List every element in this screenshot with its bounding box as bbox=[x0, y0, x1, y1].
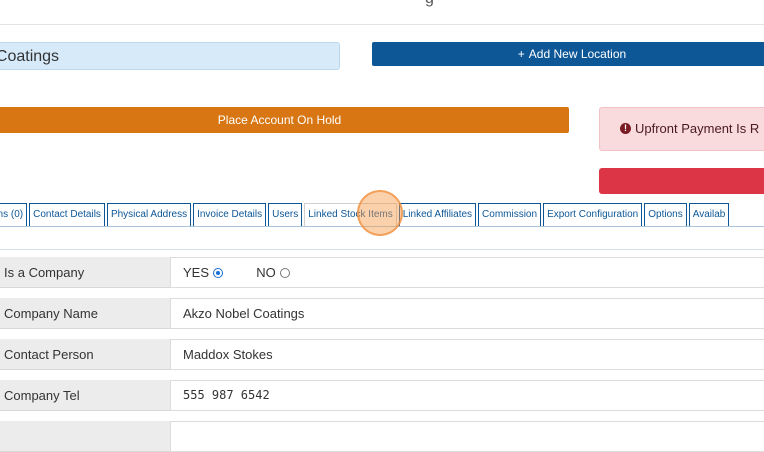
company-name-label: Company Name bbox=[0, 298, 170, 329]
tab-linked-affiliates[interactable]: Linked Affiliates bbox=[398, 203, 477, 226]
tab-users[interactable]: Users bbox=[268, 203, 303, 226]
page-heading-fragment: g bbox=[425, 0, 434, 8]
tab-options-count[interactable]: ons (0) bbox=[0, 203, 28, 226]
exclamation-circle-icon: ! bbox=[620, 123, 631, 135]
tab-content-divider bbox=[0, 249, 764, 250]
company-tel-field[interactable]: 555 987 6542 bbox=[170, 380, 764, 411]
header-divider bbox=[0, 24, 764, 25]
upfront-payment-text: Upfront Payment Is R bbox=[635, 121, 760, 136]
place-account-on-hold-button[interactable]: Place Account On Hold bbox=[0, 107, 569, 133]
form-row-contact-person: Contact Person Maddox Stokes bbox=[0, 339, 764, 370]
is-company-yes-radio[interactable] bbox=[213, 267, 224, 278]
tab-availability[interactable]: Availab bbox=[688, 203, 730, 226]
add-new-location-label: Add New Location bbox=[528, 47, 627, 61]
danger-button[interactable] bbox=[599, 168, 764, 194]
is-company-options: YES NO bbox=[170, 257, 764, 288]
tab-options[interactable]: Options bbox=[644, 203, 687, 226]
is-company-yes-label: YES bbox=[183, 265, 210, 280]
company-tel-label: Company Tel bbox=[0, 380, 170, 411]
tab-commission[interactable]: Commission bbox=[478, 203, 542, 226]
form-row-company-name: Company Name Akzo Nobel Coatings bbox=[0, 298, 764, 329]
tab-export-configuration[interactable]: Export Configuration bbox=[543, 203, 643, 226]
is-company-no-label: NO bbox=[256, 265, 276, 280]
is-company-no-radio[interactable] bbox=[279, 267, 290, 278]
tab-physical-address[interactable]: Physical Address bbox=[106, 203, 192, 226]
account-name-text: el Coatings bbox=[0, 48, 60, 65]
upfront-payment-alert: ! Upfront Payment Is R bbox=[599, 107, 764, 151]
plus-icon: + bbox=[517, 47, 525, 61]
click-highlight-marker bbox=[357, 190, 403, 236]
tab-contact-details[interactable]: Contact Details bbox=[29, 203, 105, 226]
is-company-label: Is a Company bbox=[0, 257, 170, 288]
form-row-company-tel: Company Tel 555 987 6542 bbox=[0, 380, 764, 411]
tab-invoice-details[interactable]: Invoice Details bbox=[193, 203, 267, 226]
form-row-is-company: Is a Company YES NO bbox=[0, 257, 764, 288]
add-new-location-button[interactable]: + Add New Location bbox=[372, 42, 764, 66]
account-name-field: el Coatings bbox=[0, 42, 340, 70]
contact-person-field[interactable]: Maddox Stokes bbox=[170, 339, 764, 370]
company-name-field[interactable]: Akzo Nobel Coatings bbox=[170, 298, 764, 329]
contact-person-label: Contact Person bbox=[0, 339, 170, 370]
